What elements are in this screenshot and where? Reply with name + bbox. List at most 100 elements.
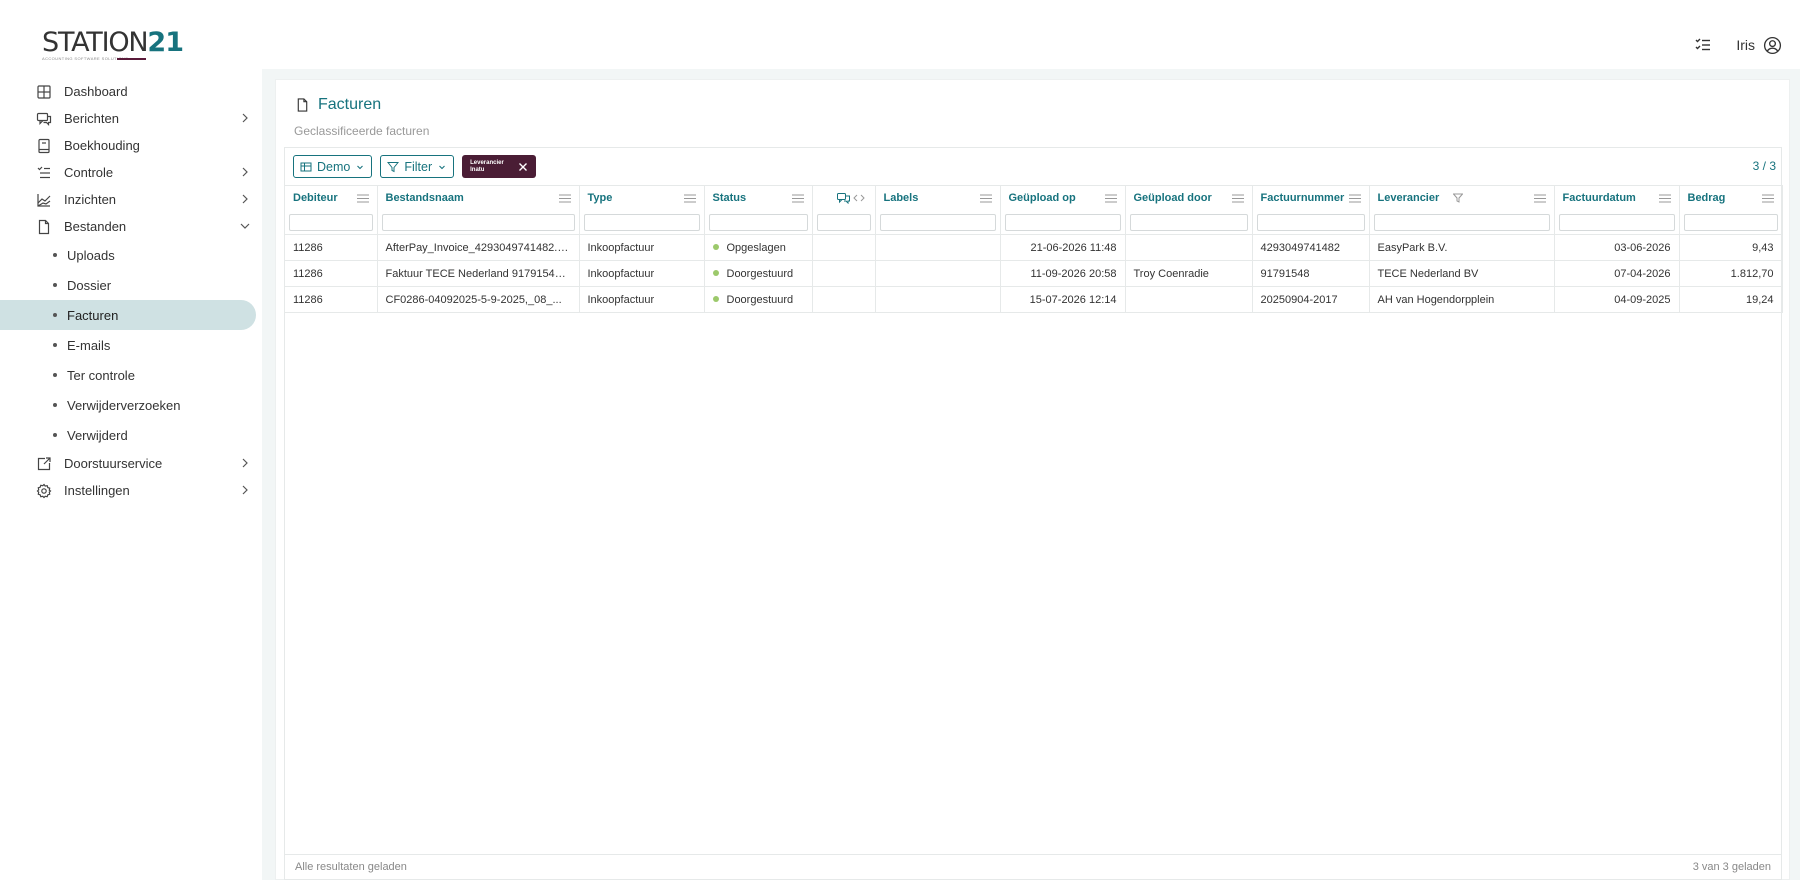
user-name[interactable]: Iris xyxy=(1736,37,1755,53)
column-menu-icon[interactable] xyxy=(1533,194,1546,203)
checklist-icon[interactable] xyxy=(1694,36,1712,54)
sidebar-subitem-facturen[interactable]: Facturen xyxy=(0,300,256,330)
sidebar-item-label: Doorstuurservice xyxy=(64,456,163,471)
column-filter-input[interactable] xyxy=(289,213,373,231)
column-header-geupload-op[interactable]: Geüpload op xyxy=(1000,185,1126,211)
sidebar-item-boekhouding[interactable]: Boekhouding xyxy=(0,132,262,159)
chevron-right-icon xyxy=(242,458,248,468)
book-icon xyxy=(38,138,50,153)
column-filter-input[interactable] xyxy=(816,213,871,231)
cell-bestandsnaam[interactable]: CF0286-04092025-5-9-2025,_08_... xyxy=(377,286,580,313)
sidebar-item-instellingen[interactable]: Instellingen xyxy=(0,477,262,504)
station21-logo[interactable]: STATION 21 ACCOUNTING SOFTWARE SOLUTIONS xyxy=(42,27,184,62)
column-filter-cell xyxy=(704,210,813,235)
table-row[interactable]: 11286 AfterPay_Invoice_4293049741482.pdf… xyxy=(285,234,1783,261)
column-filter-cell xyxy=(1252,210,1370,235)
file-icon xyxy=(297,98,308,112)
cell-bestandsnaam[interactable]: Faktuur TECE Nederland 91791548 ... xyxy=(377,260,580,287)
column-filter-input[interactable] xyxy=(583,213,700,231)
column-header-messages[interactable] xyxy=(812,185,876,211)
sidebar-subitem-label: Dossier xyxy=(67,277,112,293)
sidebar-item-berichten[interactable]: Berichten xyxy=(0,105,262,132)
column-menu-icon[interactable] xyxy=(1231,194,1244,203)
column-filter-input[interactable] xyxy=(879,213,996,231)
logo-tagline: ACCOUNTING SOFTWARE SOLUTIONS xyxy=(42,56,129,61)
column-filter-input[interactable] xyxy=(381,213,575,231)
cell-factuurdatum: 04-09-2025 xyxy=(1554,286,1680,313)
chart-icon xyxy=(37,193,51,207)
column-header-label: Status xyxy=(712,192,747,205)
bullet-icon xyxy=(53,283,57,287)
column-header-geupload-door[interactable]: Geüpload door xyxy=(1125,185,1253,211)
column-filter-cell xyxy=(1679,210,1783,235)
filter-row xyxy=(285,210,1783,235)
chevron-right-icon xyxy=(242,167,248,177)
bullet-icon xyxy=(53,373,57,377)
cell-factuurdatum: 03-06-2026 xyxy=(1554,234,1680,261)
cell-bestandsnaam[interactable]: AfterPay_Invoice_4293049741482.pdf xyxy=(377,234,580,261)
column-header-label: Factuurnummer xyxy=(1260,192,1345,205)
sidebar-item-doorstuurservice[interactable]: Doorstuurservice xyxy=(0,450,262,477)
cell-leverancier: EasyPark B.V. xyxy=(1369,234,1555,261)
sidebar-item-bestanden[interactable]: Bestanden xyxy=(0,213,262,240)
checklist-icon xyxy=(37,166,50,178)
cell-bedrag: 9,43 xyxy=(1679,234,1783,261)
column-filter-input[interactable] xyxy=(1683,213,1778,231)
file-icon xyxy=(38,219,50,234)
sidebar-item-controle[interactable]: Controle xyxy=(0,159,262,186)
column-header-debiteur[interactable]: Debiteur xyxy=(285,185,378,211)
column-filter-cell xyxy=(285,210,378,235)
funnel-icon xyxy=(1453,193,1464,204)
column-header-label: Geüpload door xyxy=(1133,192,1212,205)
sidebar-subitem-uploads[interactable]: Uploads xyxy=(0,240,262,270)
column-filter-input[interactable] xyxy=(1129,213,1248,231)
sidebar-subitem-verwijderd[interactable]: Verwijderd xyxy=(0,420,262,450)
sidebar-item-inzichten[interactable]: Inzichten xyxy=(0,186,262,213)
column-filter-input[interactable] xyxy=(1256,213,1365,231)
column-header-bestandsnaam[interactable]: Bestandsnaam xyxy=(377,185,580,211)
column-menu-icon[interactable] xyxy=(1104,194,1117,203)
column-header-status[interactable]: Status xyxy=(704,185,813,211)
column-menu-icon[interactable] xyxy=(979,194,992,203)
column-header-bedrag[interactable]: Bedrag xyxy=(1679,185,1783,211)
active-filter-chip[interactable]: Leverancier Inatu xyxy=(462,155,537,178)
column-menu-icon[interactable] xyxy=(356,194,369,203)
close-icon[interactable] xyxy=(518,162,528,172)
column-header-label: Bestandsnaam xyxy=(385,192,464,205)
column-header-factuurdatum[interactable]: Factuurdatum xyxy=(1554,185,1680,211)
view-select-button[interactable]: Demo xyxy=(293,155,373,178)
column-menu-icon[interactable] xyxy=(558,194,571,203)
filter-chip-field: Leverancier xyxy=(470,159,504,166)
sidebar-subitem-emails[interactable]: E-mails xyxy=(0,330,262,360)
column-header-labels[interactable]: Labels xyxy=(875,185,1001,211)
filter-button[interactable]: Filter xyxy=(380,155,455,178)
column-filter-input[interactable] xyxy=(708,213,808,231)
cell-factuurnummer: 91791548 xyxy=(1252,260,1370,287)
column-menu-icon[interactable] xyxy=(1761,194,1774,203)
column-filter-input[interactable] xyxy=(1004,213,1121,231)
cell-status: Opgeslagen xyxy=(704,234,813,261)
cell-leverancier: AH van Hogendorpplein xyxy=(1369,286,1555,313)
table-row[interactable]: 11286 CF0286-04092025-5-9-2025,_08_... I… xyxy=(285,286,1783,313)
table-row[interactable]: 11286 Faktuur TECE Nederland 91791548 ..… xyxy=(285,260,1783,287)
column-header-factuurnummer[interactable]: Factuurnummer xyxy=(1252,185,1370,211)
sidebar-subitem-verwijderverzoeken[interactable]: Verwijderverzoeken xyxy=(0,390,262,420)
column-filter-input[interactable] xyxy=(1373,213,1550,231)
user-circle-icon[interactable] xyxy=(1763,36,1782,55)
logo-main: STATION xyxy=(42,27,149,58)
column-menu-icon[interactable] xyxy=(683,194,696,203)
column-menu-icon[interactable] xyxy=(791,194,804,203)
page-subtitle: Geclassificeerde facturen xyxy=(294,124,430,138)
column-header-type[interactable]: Type xyxy=(579,185,705,211)
column-menu-icon[interactable] xyxy=(1658,194,1671,203)
column-header-leverancier[interactable]: Leverancier xyxy=(1369,185,1555,211)
sidebar-subitem-dossier[interactable]: Dossier xyxy=(0,270,262,300)
column-menu-icon[interactable] xyxy=(1348,194,1361,203)
cell-factuurdatum: 07-04-2026 xyxy=(1554,260,1680,287)
chat-icon xyxy=(36,112,52,126)
sidebar-subitem-ter-controle[interactable]: Ter controle xyxy=(0,360,262,390)
sidebar-item-dashboard[interactable]: Dashboard xyxy=(0,78,262,105)
sidebar-subitem-label: Facturen xyxy=(67,307,119,323)
column-filter-input[interactable] xyxy=(1558,213,1675,231)
bullet-icon xyxy=(53,343,57,347)
